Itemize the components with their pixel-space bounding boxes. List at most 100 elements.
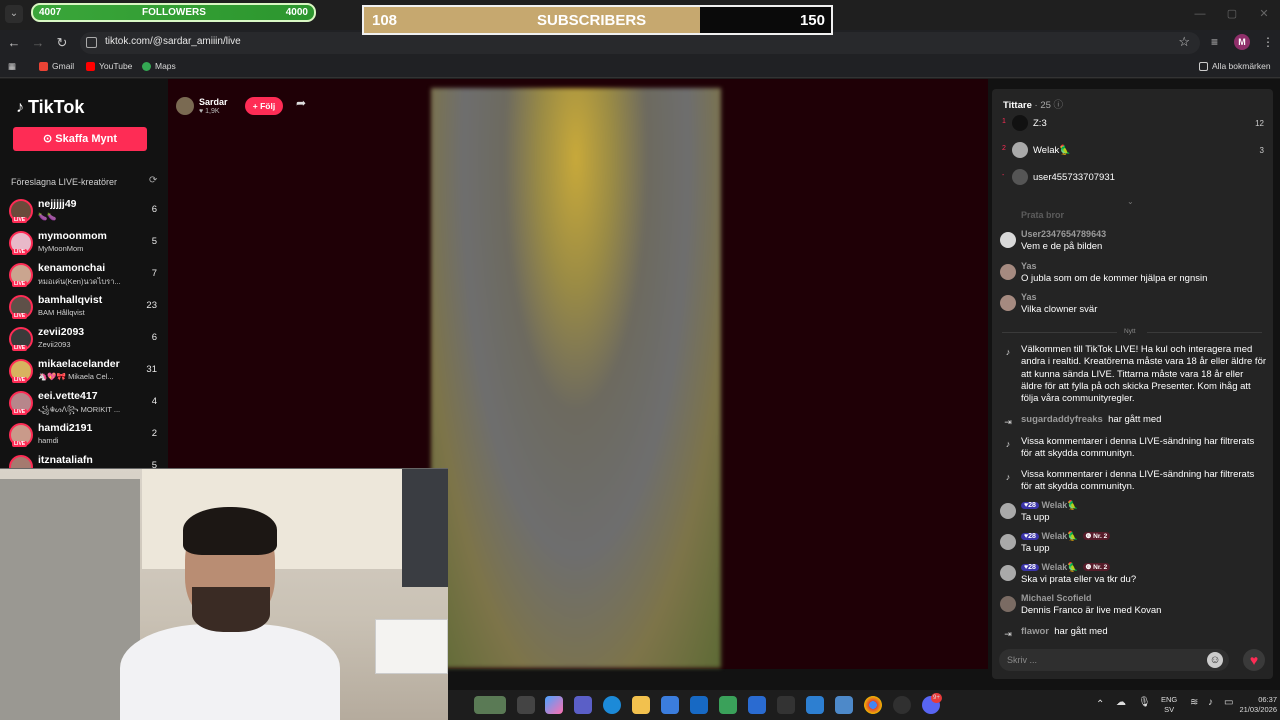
- expand-viewers-icon[interactable]: ⌄: [1127, 197, 1134, 206]
- user-avatar[interactable]: [1000, 596, 1016, 612]
- emoji-icon[interactable]: ☺: [1207, 652, 1223, 668]
- user-avatar[interactable]: [1000, 534, 1016, 550]
- viewer-count: 4: [151, 396, 157, 407]
- user-avatar[interactable]: [1000, 264, 1016, 280]
- back-button[interactable]: ←: [5, 34, 23, 52]
- creator-name: zevii2093: [38, 326, 85, 338]
- creator-item[interactable]: LIVE nejjjjj49 🍆🍆 6: [9, 197, 159, 227]
- taskbar: 9+ ⌃ ☁ 🎙 ENG SV ≋ ♪ ▭ 06:37 21/03/2026: [448, 690, 1280, 720]
- webcam-person-hair: [183, 507, 277, 555]
- bookmark-maps[interactable]: Maps: [142, 61, 176, 71]
- tray-chevron-icon[interactable]: ⌃: [1096, 700, 1104, 710]
- followers-goal: 4000: [285, 7, 308, 18]
- follow-button[interactable]: + Följ: [245, 97, 283, 115]
- language-indicator[interactable]: ENG SV: [1161, 695, 1177, 715]
- file-explorer-icon[interactable]: [632, 696, 650, 714]
- chat-input[interactable]: [1007, 653, 1197, 667]
- reload-button[interactable]: ↻: [53, 34, 71, 52]
- creator-item[interactable]: LIVE hamdi2191 hamdi 2: [9, 421, 159, 451]
- creator-nickname: 🍆🍆: [38, 212, 57, 221]
- onedrive-icon[interactable]: ☁: [1116, 698, 1126, 708]
- viewers-header: Tittare · 25 ⓘ: [1003, 100, 1064, 111]
- share-icon[interactable]: ➦: [296, 96, 306, 110]
- viewer-count: 6: [151, 204, 157, 215]
- live-video[interactable]: [431, 88, 721, 668]
- creator-item[interactable]: LIVE bamhallqvist BAM Hållqvist 23: [9, 293, 159, 323]
- obs-icon[interactable]: [893, 696, 911, 714]
- webcam-sofa: [0, 479, 140, 720]
- webcam-tv: [402, 469, 448, 587]
- folder-icon: [1199, 61, 1208, 71]
- vpn-icon[interactable]: [719, 696, 737, 714]
- new-messages-divider: Nytt: [1124, 328, 1136, 335]
- creator-name: kenamonchai: [38, 262, 106, 274]
- clock[interactable]: 06:37 21/03/2026: [1231, 695, 1277, 715]
- divider: [1147, 332, 1262, 333]
- user-avatar[interactable]: [1000, 565, 1016, 581]
- menu-icon[interactable]: ⋮: [1262, 35, 1274, 49]
- url-field[interactable]: tiktok.com/@sardar_amiiin/live ☆: [80, 32, 1200, 54]
- profile-avatar[interactable]: M: [1234, 34, 1250, 50]
- chrome-icon[interactable]: [864, 696, 882, 714]
- edge-icon[interactable]: [603, 696, 621, 714]
- creator-item[interactable]: LIVE mikaelacelander 🦄💖🎀 Mikaela Cel... …: [9, 357, 159, 387]
- viewer-row[interactable]: 2 Welak🦜 3: [992, 141, 1273, 161]
- subscribers-current: 108: [372, 12, 398, 29]
- volume-icon[interactable]: ♪: [1208, 698, 1213, 708]
- info-icon[interactable]: ⓘ: [1054, 100, 1064, 111]
- bookmark-youtube[interactable]: YouTube: [86, 61, 132, 71]
- mic-icon[interactable]: 🎙: [1138, 698, 1151, 708]
- wifi-icon[interactable]: ≋: [1190, 698, 1198, 708]
- webcam-shelf: [375, 619, 448, 674]
- bookmark-star-icon[interactable]: ☆: [1178, 34, 1190, 50]
- like-heart-button[interactable]: ♥: [1243, 649, 1265, 671]
- viewer-row[interactable]: 1 Z:3 12: [992, 114, 1273, 134]
- close-window-button[interactable]: ✕: [1248, 0, 1280, 28]
- tiktok-logo[interactable]: ♪ TikTok: [16, 97, 84, 118]
- copilot-icon[interactable]: [545, 696, 563, 714]
- live-badge: LIVE: [12, 409, 28, 415]
- creator-name: hamdi2191: [38, 422, 93, 434]
- viewer-count: 6: [151, 332, 157, 343]
- chat-input-box[interactable]: ☺: [999, 649, 1229, 671]
- host-avatar[interactable]: [176, 97, 194, 115]
- all-bookmarks[interactable]: Alla bokmärken: [1199, 61, 1271, 71]
- teams-icon[interactable]: [574, 696, 592, 714]
- app-icon-3[interactable]: [835, 696, 853, 714]
- get-coins-button[interactable]: ⊙ Skaffa Mynt: [13, 127, 147, 151]
- app-icon[interactable]: [777, 696, 795, 714]
- creator-name: mikaelacelander: [38, 358, 120, 370]
- viewer-row[interactable]: - user455733707931: [992, 168, 1273, 188]
- creator-item[interactable]: LIVE eei.vette417 ꧁☬ᔕᐱ꧂ MORIKIT ... 4: [9, 389, 159, 419]
- creator-item[interactable]: LIVE mymoonmom MyMoonMom 5: [9, 229, 159, 259]
- live-badge: LIVE: [12, 377, 28, 383]
- gmail-icon: [39, 61, 48, 71]
- tab-search-button[interactable]: ⌄: [5, 5, 23, 23]
- widgets-icon[interactable]: [474, 696, 506, 714]
- apps-icon[interactable]: ▦: [8, 61, 16, 72]
- creator-item[interactable]: LIVE zevii2093 Zevii2093 6: [9, 325, 159, 355]
- viewer-count: 2: [151, 428, 157, 439]
- host-name[interactable]: Sardar: [199, 97, 228, 107]
- bookmark-gmail[interactable]: Gmail: [39, 61, 74, 71]
- user-avatar[interactable]: [1000, 295, 1016, 311]
- m365-icon[interactable]: [748, 696, 766, 714]
- user-avatar[interactable]: [1000, 503, 1016, 519]
- creator-nickname: หมอเค่น(Ken)นวดไบรา...: [38, 277, 121, 286]
- maximize-button[interactable]: ▢: [1216, 0, 1248, 28]
- site-info-icon[interactable]: [86, 37, 97, 48]
- tiktok-icon: ♪: [1005, 439, 1011, 449]
- refresh-icon[interactable]: ⟳: [149, 175, 157, 186]
- store-icon[interactable]: [661, 696, 679, 714]
- creator-item[interactable]: LIVE kenamonchai หมอเค่น(Ken)นวดไบรา... …: [9, 261, 159, 291]
- app-icon-2[interactable]: [806, 696, 824, 714]
- live-badge: LIVE: [12, 345, 28, 351]
- media-controls-icon[interactable]: ≡: [1211, 35, 1218, 49]
- outlook-icon[interactable]: [690, 696, 708, 714]
- task-view-icon[interactable]: [517, 696, 535, 714]
- forward-button[interactable]: →: [29, 34, 47, 52]
- user-avatar[interactable]: [1000, 232, 1016, 248]
- minimize-button[interactable]: —: [1184, 0, 1216, 28]
- creator-nickname: ꧁☬ᔕᐱ꧂ MORIKIT ...: [38, 405, 121, 414]
- subscribers-goal-bar: 108 SUBSCRIBERS 150: [362, 5, 833, 35]
